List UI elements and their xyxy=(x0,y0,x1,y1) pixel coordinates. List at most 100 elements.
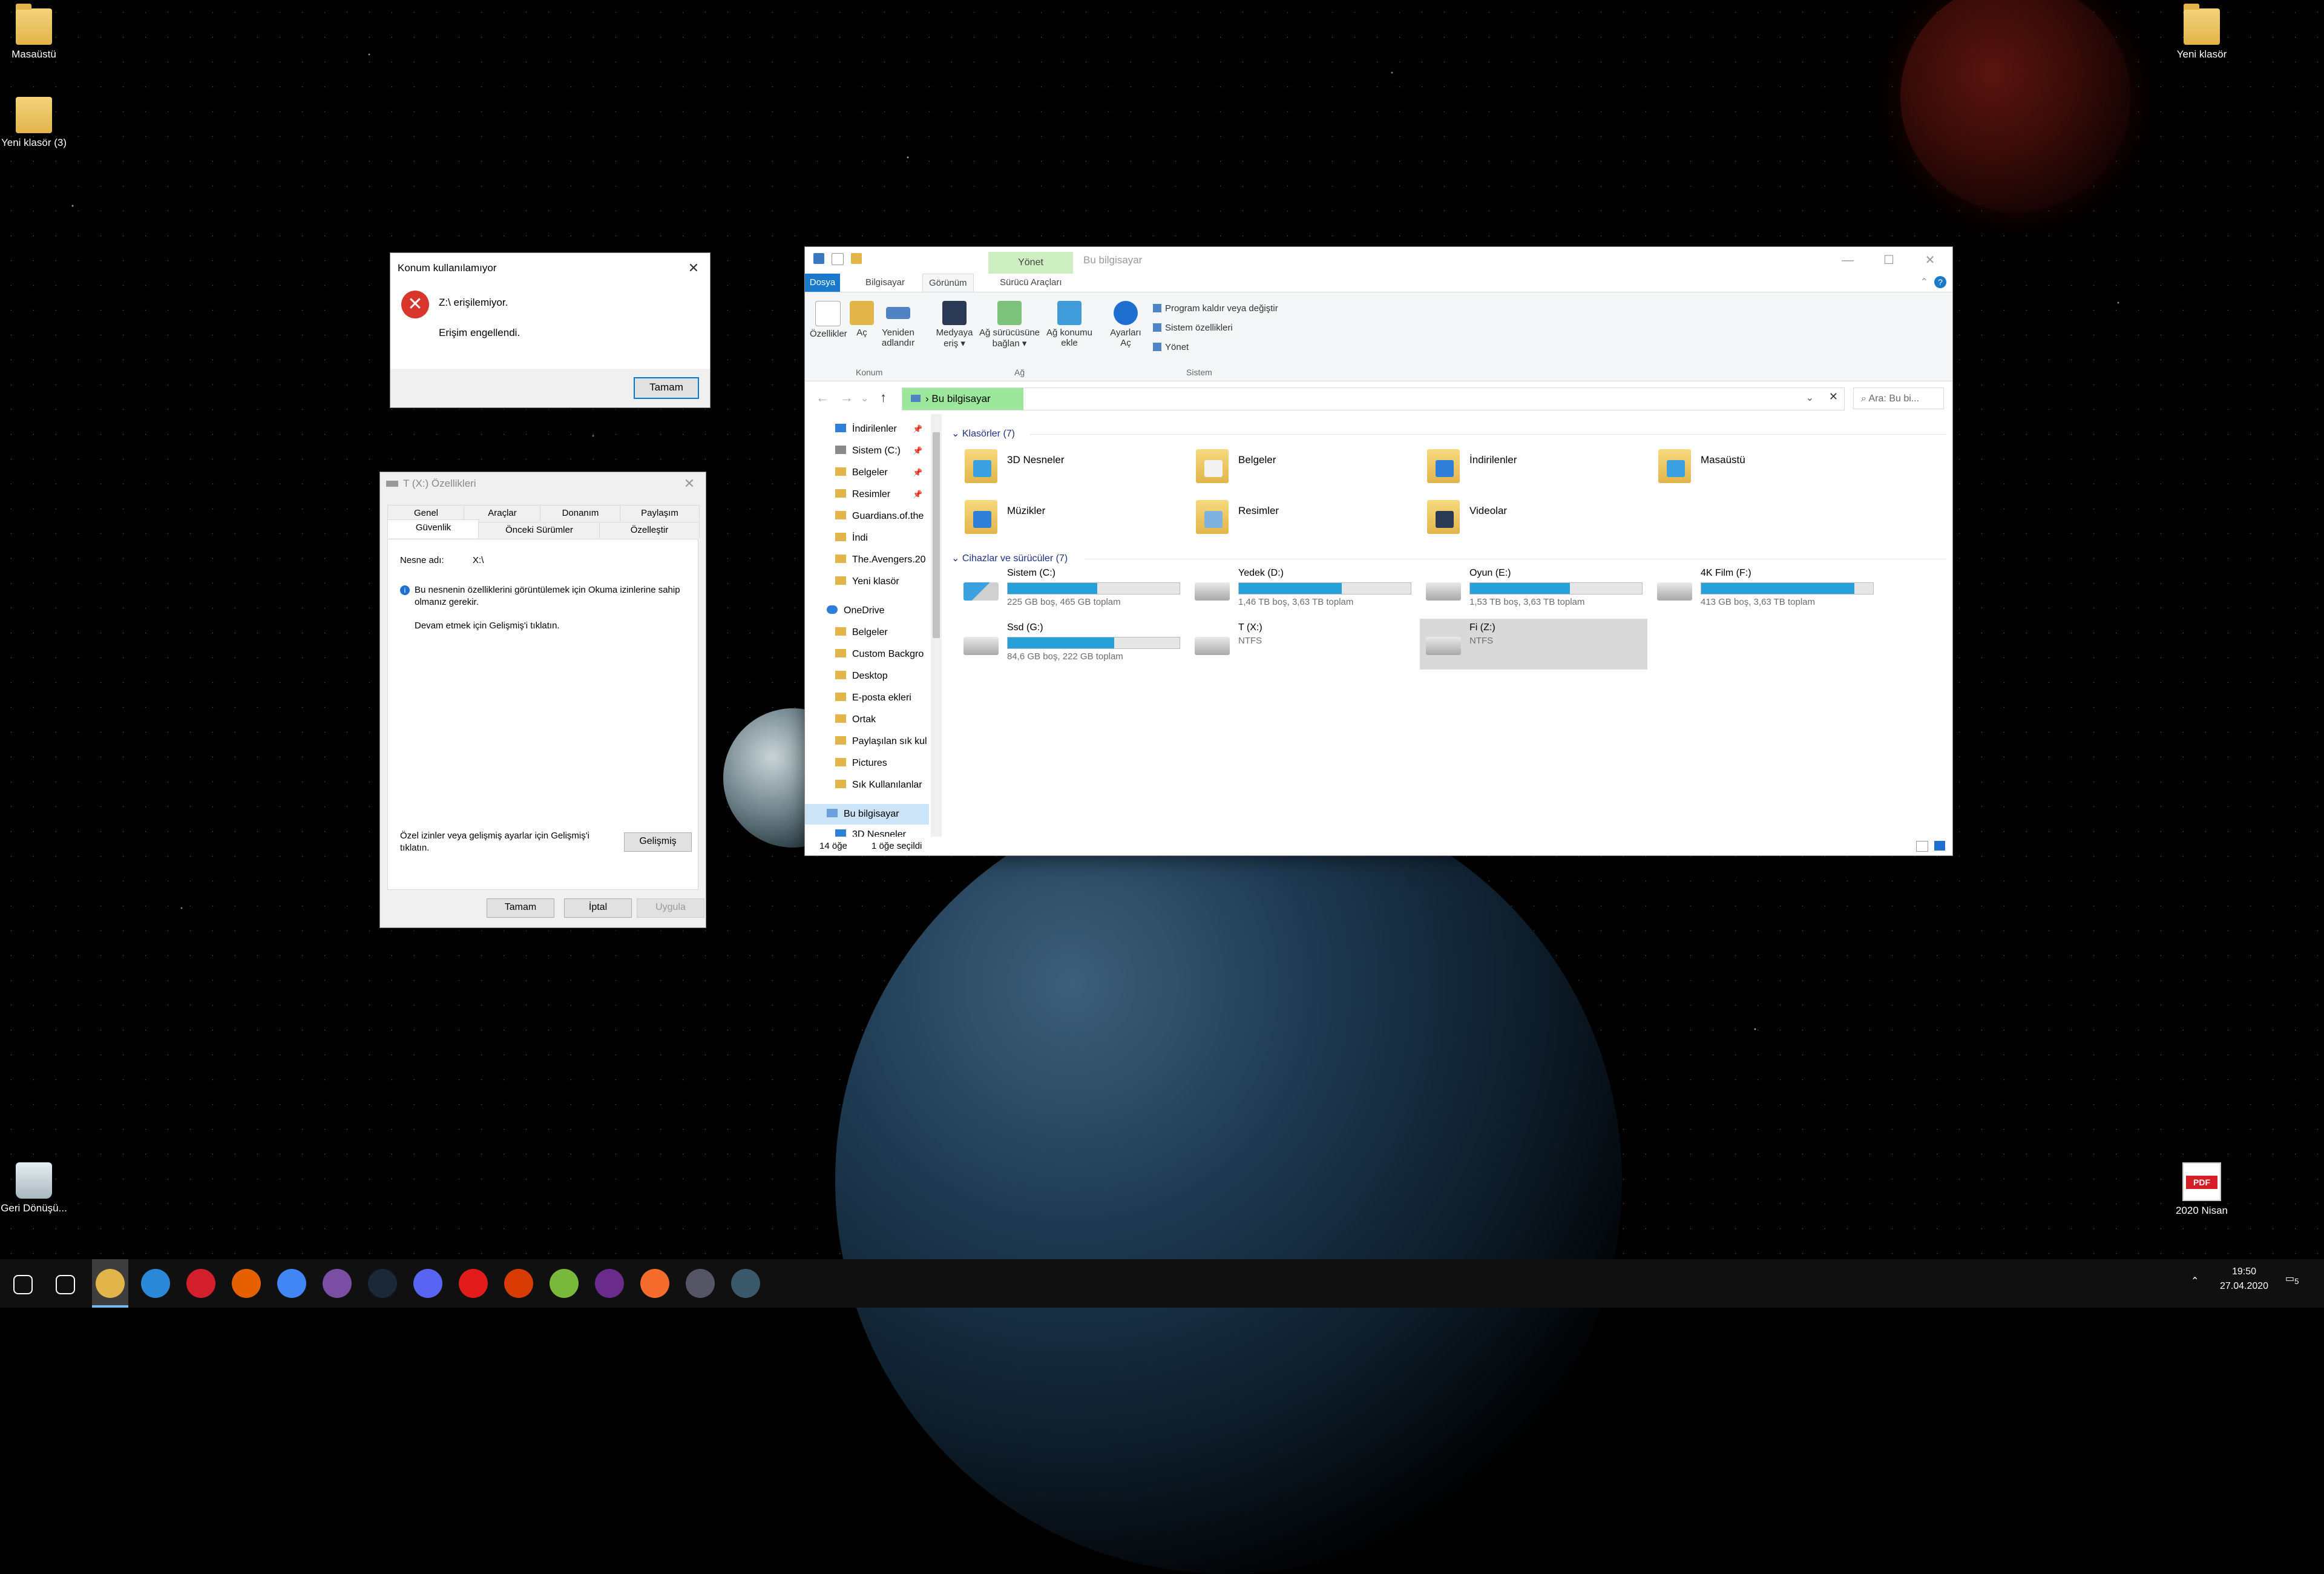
folder-item[interactable]: İndirilenler xyxy=(1420,443,1644,492)
tab-bilgisayar[interactable]: Bilgisayar xyxy=(859,274,911,292)
desktop-icon-yeni-klasor-3[interactable]: Yeni klasör (3) xyxy=(0,97,70,149)
folder-item[interactable]: Videolar xyxy=(1420,494,1644,542)
forward-icon[interactable]: → xyxy=(840,390,853,406)
address-dropdown-icon[interactable]: ⌄ xyxy=(1806,392,1814,404)
nav-item[interactable]: The.Avengers.20 xyxy=(835,550,926,570)
nav-item[interactable]: Guardians.of.the xyxy=(835,506,924,527)
close-icon[interactable]: ✕ xyxy=(679,473,700,494)
nav-item[interactable]: E-posta ekleri xyxy=(835,688,911,708)
tab-donanim[interactable]: Donanım xyxy=(540,505,621,521)
steam-icon[interactable] xyxy=(368,1269,397,1298)
large-icons-view-icon[interactable] xyxy=(1934,841,1945,851)
drive-item[interactable]: Sistem (C:) 225 GB boş, 465 GB toplam xyxy=(957,564,1185,615)
maximize-icon[interactable]: ☐ xyxy=(1868,251,1910,270)
tab-araclar[interactable]: Araçlar xyxy=(464,505,541,521)
up-icon[interactable]: ↑ xyxy=(880,390,887,406)
utorrent-icon[interactable] xyxy=(550,1269,579,1298)
map-network-drive-button[interactable]: Ağ sürücüsüne bağlan ▾ xyxy=(977,301,1042,349)
tab-surucu-araclari[interactable]: Sürücü Araçları xyxy=(994,274,1068,292)
folder-item[interactable]: Belgeler xyxy=(1189,443,1413,492)
tab-guvenlik[interactable]: Güvenlik xyxy=(387,519,479,538)
tor-browser-icon[interactable] xyxy=(323,1269,352,1298)
youtube-music-icon[interactable] xyxy=(459,1269,488,1298)
nav-item[interactable]: OneDrive xyxy=(827,601,885,621)
drive-item[interactable]: T (X:) NTFS xyxy=(1189,619,1416,670)
rename-button[interactable]: Yeniden adlandır xyxy=(875,301,921,348)
nav-item[interactable]: Resimler 📌 xyxy=(835,484,922,505)
clock[interactable]: 19:50 27.04.2020 xyxy=(2220,1266,2268,1292)
scrollbar-thumb[interactable] xyxy=(933,432,940,638)
file-explorer-icon[interactable] xyxy=(96,1269,125,1298)
drive-item[interactable]: Yedek (D:) 1,46 TB boş, 3,63 TB toplam xyxy=(1189,564,1416,615)
tab-dosya[interactable]: Dosya xyxy=(805,274,840,292)
cancel-button[interactable]: İptal xyxy=(564,898,632,918)
nav-item[interactable]: Yeni klasör xyxy=(835,571,899,592)
ok-button[interactable]: Tamam xyxy=(487,898,554,918)
folder-item[interactable]: 3D Nesneler xyxy=(957,443,1181,492)
desktop-icon-masaustu[interactable]: Masaüstü xyxy=(0,4,70,61)
office-icon[interactable] xyxy=(504,1269,533,1298)
nav-item[interactable]: Desktop xyxy=(835,666,888,687)
apply-button[interactable]: Uygula xyxy=(637,898,704,918)
drive-item[interactable]: Ssd (G:) 84,6 GB boş, 222 GB toplam xyxy=(957,619,1185,670)
tab-genel[interactable]: Genel xyxy=(387,505,465,521)
media-access-button[interactable]: Medyaya eriş ▾ xyxy=(933,301,976,349)
properties-button[interactable]: Özellikler xyxy=(810,301,847,339)
nav-item[interactable]: İndi xyxy=(835,528,868,548)
tab-paylasim[interactable]: Paylaşım xyxy=(620,505,700,521)
drive-item[interactable]: Fi (Z:) NTFS xyxy=(1420,619,1647,670)
tab-manage-context[interactable]: Yönet xyxy=(988,252,1073,274)
nav-scrollbar[interactable] xyxy=(931,414,942,837)
discord-icon[interactable] xyxy=(413,1269,442,1298)
nav-item[interactable]: Custom Backgro xyxy=(835,644,924,665)
tab-onceki-surumler[interactable]: Önceki Sürümler xyxy=(478,522,600,538)
breadcrumb[interactable]: › Bu bilgisayar xyxy=(902,388,1023,410)
task-view-icon[interactable] xyxy=(56,1275,75,1294)
tab-gorunum[interactable]: Görünüm xyxy=(922,274,974,292)
details-view-icon[interactable] xyxy=(1916,841,1928,852)
start-icon[interactable] xyxy=(13,1275,33,1294)
open-button[interactable]: Aç xyxy=(850,301,874,338)
gaming-app-icon[interactable] xyxy=(686,1269,715,1298)
clear-address-icon[interactable]: ✕ xyxy=(1829,390,1838,403)
nav-item[interactable]: Paylaşılan sık kul xyxy=(835,731,927,752)
nav-item[interactable]: Sık Kullanılanlar xyxy=(835,775,922,795)
properties-qat-icon[interactable] xyxy=(832,253,844,265)
ok-button[interactable]: Tamam xyxy=(634,377,699,399)
nav-item[interactable]: İndirilenler 📌 xyxy=(835,419,922,440)
add-network-location-button[interactable]: Ağ konumu ekle xyxy=(1042,301,1097,348)
system-properties-button[interactable]: Sistem özellikleri xyxy=(1153,323,1233,333)
address-field[interactable]: › Bu bilgisayar ⌄ ✕ xyxy=(902,387,1845,410)
folder-item[interactable]: Müzikler xyxy=(957,494,1181,542)
collapse-ribbon-icon[interactable]: ⌃ xyxy=(1920,276,1928,288)
origin-icon[interactable] xyxy=(640,1269,669,1298)
desktop-icon-2020-nisan[interactable]: PDF 2020 Nisan xyxy=(2165,1162,2238,1217)
minimize-icon[interactable]: — xyxy=(1827,251,1869,270)
open-settings-button[interactable]: Ayarları Aç xyxy=(1108,301,1144,348)
show-hidden-icons[interactable]: ⌃ xyxy=(2191,1275,2199,1287)
nav-item[interactable]: Pictures xyxy=(835,753,887,774)
close-icon[interactable]: ✕ xyxy=(1909,251,1951,270)
opera-icon[interactable] xyxy=(186,1269,215,1298)
firefox-icon[interactable] xyxy=(232,1269,261,1298)
nav-item[interactable]: Belgeler 📌 xyxy=(835,463,922,483)
folder-item[interactable]: Resimler xyxy=(1189,494,1413,542)
uninstall-program-button[interactable]: Program kaldır veya değiştir xyxy=(1153,303,1278,314)
drive-item[interactable]: Oyun (E:) 1,53 TB boş, 3,63 TB toplam xyxy=(1420,564,1647,615)
chrome-remote-icon[interactable] xyxy=(731,1269,760,1298)
nav-item[interactable]: Ortak xyxy=(835,710,876,730)
mail-icon[interactable] xyxy=(141,1269,170,1298)
nzxt-icon[interactable] xyxy=(595,1269,624,1298)
search-input[interactable]: ⌕ Ara: Bu bi... xyxy=(1853,387,1944,409)
back-icon[interactable]: ← xyxy=(816,390,829,406)
nav-item[interactable]: Bu bilgisayar xyxy=(805,804,929,825)
desktop-icon-yeni-klasor[interactable]: Yeni klasör xyxy=(2165,4,2238,61)
chrome-icon[interactable] xyxy=(277,1269,306,1298)
recent-dropdown-icon[interactable]: ⌄ xyxy=(861,392,868,404)
new-folder-qat-icon[interactable] xyxy=(851,253,862,264)
notification-center-icon[interactable]: ▭5 xyxy=(2285,1273,2299,1286)
tab-ozellestir[interactable]: Özelleştir xyxy=(599,522,700,538)
advanced-button[interactable]: Gelişmiş xyxy=(624,832,692,852)
nav-item[interactable]: Belgeler xyxy=(835,622,888,643)
desktop-icon-recycle-bin[interactable]: Geri Dönüşü... xyxy=(0,1162,70,1214)
